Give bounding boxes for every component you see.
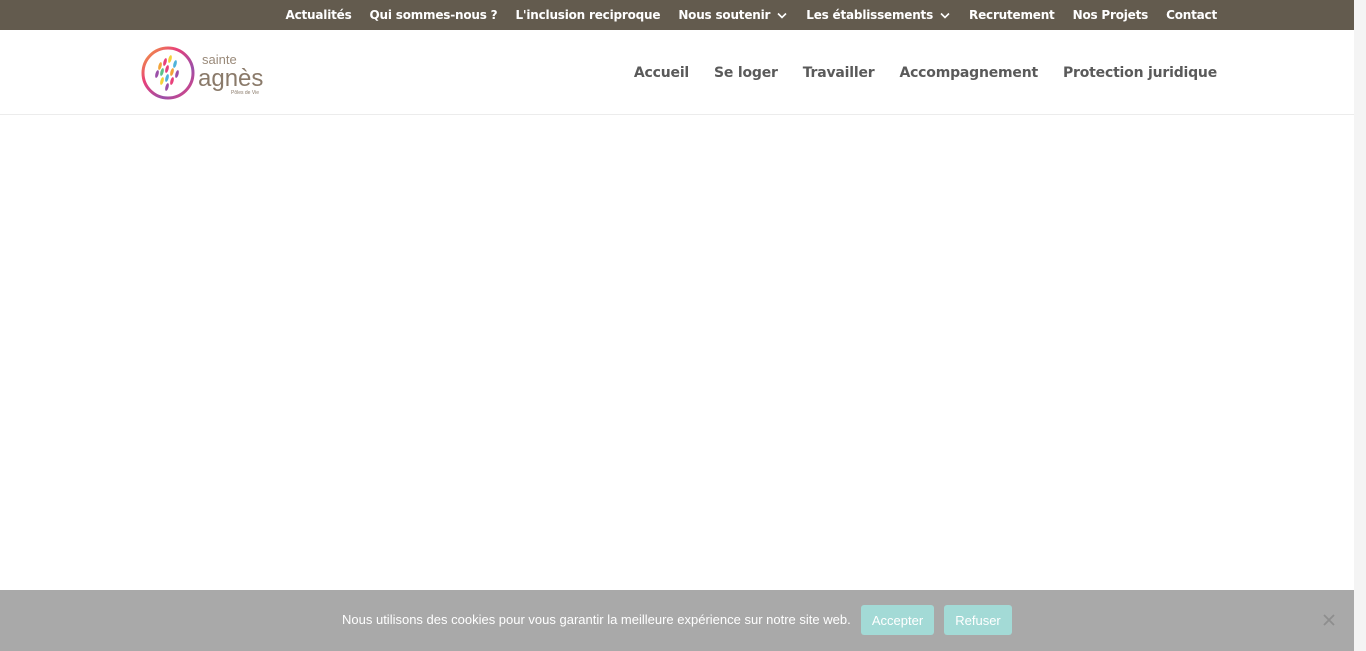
top-nav-contact[interactable]: Contact [1166,8,1217,22]
chevron-down-icon [776,9,788,21]
scrollbar[interactable] [1354,0,1366,651]
chevron-down-icon [939,9,951,21]
page: Actualités Qui sommes-nous ? L'inclusion… [0,0,1366,651]
logo-line2: agnès [198,65,263,92]
top-nav-recrutement[interactable]: Recrutement [969,8,1055,22]
nav-protection-juridique[interactable]: Protection juridique [1063,65,1217,81]
top-nav-les-etablissements[interactable]: Les établissements [806,8,951,22]
nav-se-loger[interactable]: Se loger [714,65,778,81]
top-nav-label: Qui sommes-nous ? [369,8,498,22]
cookie-message: Nous utilisons des cookies pour vous gar… [342,612,851,627]
top-nav-nous-soutenir[interactable]: Nous soutenir [678,8,788,22]
top-nav-inclusion-reciproque[interactable]: L'inclusion reciproque [515,8,660,22]
accept-cookies-button[interactable]: Accepter [861,605,934,635]
logo-graphic: sainte agnès Pôles de Vie [141,46,263,100]
top-nav-label: Recrutement [969,8,1055,22]
primary-nav: Accueil Se loger Travailler Accompagneme… [634,30,1217,115]
logo-tagline: Pôles de Vie [231,90,259,96]
main-header: sainte agnès Pôles de Vie Accueil Se log… [0,30,1354,115]
refuse-cookies-button[interactable]: Refuser [944,605,1012,635]
close-icon[interactable] [1321,612,1337,628]
top-nav-label: Contact [1166,8,1217,22]
site-logo[interactable]: sainte agnès Pôles de Vie [140,44,270,102]
nav-accueil[interactable]: Accueil [634,65,689,81]
top-nav-nos-projets[interactable]: Nos Projets [1073,8,1149,22]
top-nav-label: Les établissements [806,8,934,22]
secondary-nav: Actualités Qui sommes-nous ? L'inclusion… [286,0,1218,30]
top-bar: Actualités Qui sommes-nous ? L'inclusion… [0,0,1354,30]
cookie-banner: Nous utilisons des cookies pour vous gar… [0,590,1354,651]
top-nav-actualites[interactable]: Actualités [286,8,352,22]
top-nav-label: Actualités [285,8,352,22]
nav-accompagnement[interactable]: Accompagnement [899,65,1038,81]
top-nav-label: Nos Projets [1072,8,1149,22]
main-content [0,115,1354,590]
top-nav-label: Nous soutenir [678,8,771,22]
top-nav-qui-sommes-nous[interactable]: Qui sommes-nous ? [370,8,498,22]
nav-travailler[interactable]: Travailler [803,65,875,81]
top-nav-label: L'inclusion reciproque [515,8,661,22]
